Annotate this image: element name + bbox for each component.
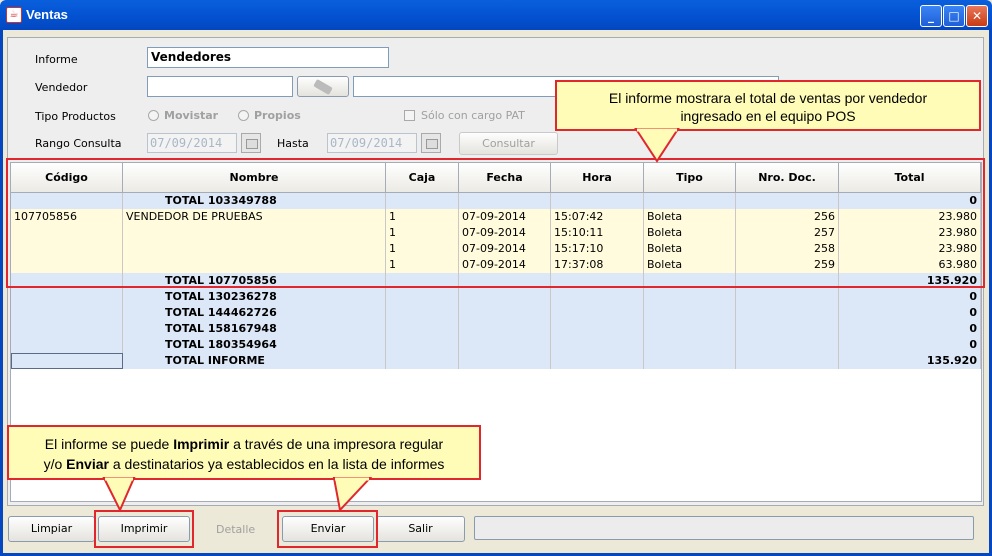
fecha-hasta-field[interactable]: 07/09/2014: [327, 133, 417, 153]
cell-tipo: [644, 353, 736, 369]
cell-tipo: [644, 305, 736, 321]
cell-hora: [551, 305, 644, 321]
detalle-button[interactable]: Detalle: [216, 523, 255, 536]
total-row[interactable]: TOTAL 130236278 0: [11, 289, 981, 305]
annotation-informe: El informe mostrara el total de ventas p…: [555, 80, 981, 131]
title-bar: ☕ Ventas _ □ ✕: [0, 0, 992, 30]
cell-nro: [736, 289, 839, 305]
cell-codigo: [11, 321, 123, 337]
maximize-button[interactable]: □: [943, 5, 965, 27]
cell-hora: [551, 289, 644, 305]
eraser-icon: [313, 79, 333, 95]
cell-caja: [386, 289, 459, 305]
consultar-button[interactable]: Consultar: [459, 132, 558, 155]
tipo-label: Tipo Productos: [35, 110, 116, 123]
status-bar: [474, 516, 974, 540]
total-row[interactable]: TOTAL INFORME 135.920: [11, 353, 981, 369]
cell-hora: [551, 321, 644, 337]
cell-total: 0: [839, 321, 981, 337]
annotation-imprimir-pointer: [102, 477, 136, 513]
cell-codigo: [11, 305, 123, 321]
total-row[interactable]: TOTAL 144462726 0: [11, 305, 981, 321]
limpiar-button[interactable]: Limpiar: [8, 516, 95, 542]
cell-codigo: [11, 289, 123, 305]
annotation-informe-line2: ingresado en el equipo POS: [680, 108, 856, 124]
radio-propios[interactable]: [238, 110, 249, 121]
highlight-box-imprimir: [94, 510, 194, 548]
cell-total: 0: [839, 289, 981, 305]
cell-nro: [736, 353, 839, 369]
annotation-line2: y/o Enviar a destinatarios ya establecid…: [43, 456, 445, 472]
cell-hora: [551, 337, 644, 353]
cell-tipo: [644, 289, 736, 305]
radio-movistar[interactable]: [148, 110, 159, 121]
rango-label: Rango Consulta: [35, 137, 122, 150]
annotation-informe-pointer: [634, 128, 680, 163]
close-button[interactable]: ✕: [966, 5, 988, 27]
highlight-box-enviar: [277, 510, 378, 548]
cell-total: 0: [839, 337, 981, 353]
cell-fecha: [459, 305, 551, 321]
radio-movistar-label: Movistar: [164, 109, 219, 122]
cell-nro: [736, 321, 839, 337]
cell-hora: [551, 353, 644, 369]
cell-tipo: [644, 337, 736, 353]
cell-fecha: [459, 337, 551, 353]
calendar-hasta-icon[interactable]: [421, 133, 441, 153]
radio-propios-label: Propios: [254, 109, 301, 122]
fecha-desde-field[interactable]: 07/09/2014: [147, 133, 237, 153]
cell-nombre: TOTAL INFORME: [123, 353, 386, 369]
calendar-desde-icon[interactable]: [241, 133, 261, 153]
cell-codigo: [11, 353, 123, 369]
cell-fecha: [459, 289, 551, 305]
salir-button[interactable]: Salir: [376, 516, 465, 542]
cell-fecha: [459, 321, 551, 337]
vendedor-code-field[interactable]: [147, 76, 293, 97]
annotation-enviar-pointer: [332, 477, 373, 513]
cell-nombre: TOTAL 158167948: [123, 321, 386, 337]
annotation-line1: El informe se puede Imprimir a través de…: [44, 436, 444, 452]
highlight-box-table: [6, 158, 985, 288]
cell-nombre: TOTAL 130236278: [123, 289, 386, 305]
window-title: Ventas: [26, 7, 68, 22]
cell-total: 135.920: [839, 353, 981, 369]
search-vendedor-button[interactable]: [297, 76, 349, 97]
cell-nro: [736, 337, 839, 353]
hasta-label: Hasta: [277, 137, 309, 150]
informe-label: Informe: [35, 53, 78, 66]
cell-caja: [386, 337, 459, 353]
total-row[interactable]: TOTAL 180354964 0: [11, 337, 981, 353]
cell-codigo: [11, 337, 123, 353]
solo-pat-checkbox[interactable]: [404, 110, 415, 121]
cell-fecha: [459, 353, 551, 369]
cell-caja: [386, 305, 459, 321]
cell-nro: [736, 305, 839, 321]
annotation-informe-line1: El informe mostrara el total de ventas p…: [608, 90, 928, 106]
vendedor-label: Vendedor: [35, 81, 88, 94]
cell-total: 0: [839, 305, 981, 321]
cell-nombre: TOTAL 144462726: [123, 305, 386, 321]
informe-field[interactable]: Vendedores: [147, 47, 389, 68]
cell-caja: [386, 353, 459, 369]
cell-tipo: [644, 321, 736, 337]
cell-nombre: TOTAL 180354964: [123, 337, 386, 353]
cell-caja: [386, 321, 459, 337]
total-row[interactable]: TOTAL 158167948 0: [11, 321, 981, 337]
minimize-button[interactable]: _: [920, 5, 942, 27]
annotation-imprimir-enviar: El informe se puede Imprimir a través de…: [7, 425, 481, 480]
java-icon: ☕: [6, 7, 22, 23]
solo-pat-label: Sólo con cargo PAT: [421, 109, 525, 122]
